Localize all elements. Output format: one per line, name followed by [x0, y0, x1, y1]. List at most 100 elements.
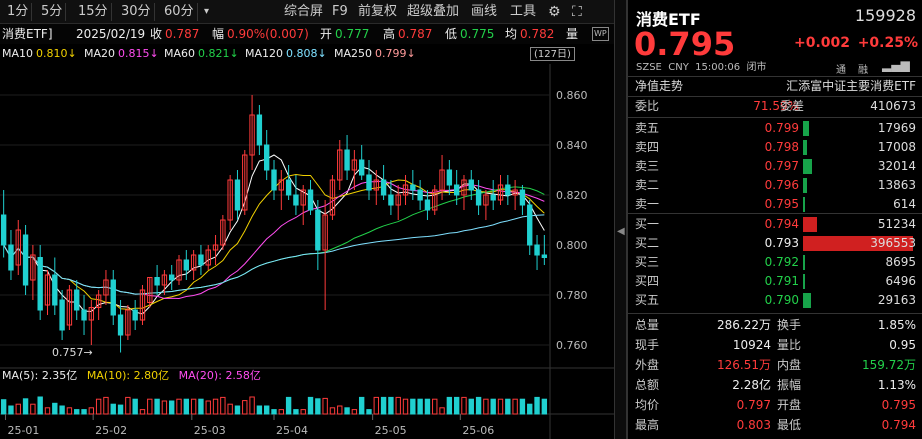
- candle-body: [132, 309, 138, 321]
- draw-line-button[interactable]: 画线: [471, 3, 497, 21]
- volume-bar: [74, 409, 80, 415]
- stat-row: 现手 10924 量比 0.95: [628, 336, 922, 355]
- f9-button[interactable]: F9: [332, 3, 348, 21]
- volume-bar: [395, 396, 401, 415]
- volume-bar: [483, 398, 489, 415]
- stat-row: 最高 0.803 最低 0.794: [628, 416, 922, 435]
- settings-gear-icon[interactable]: ⚙: [548, 3, 561, 21]
- volume-bar: [205, 400, 211, 415]
- candle-body: [154, 277, 160, 286]
- collapse-arrow-icon[interactable]: ◀: [617, 226, 625, 237]
- volume-bar: [37, 396, 43, 415]
- candle-body: [315, 209, 321, 251]
- ask-level-label: 卖四: [635, 140, 660, 154]
- candle-body: [0, 214, 7, 246]
- ma60-line: [3, 214, 545, 295]
- ma120-label: MA120: [245, 47, 284, 60]
- bid-row[interactable]: 买五 0.790 29163: [628, 291, 922, 310]
- candle-body: [380, 179, 387, 196]
- bid-level-label: 买三: [635, 255, 660, 269]
- volume-bar: [527, 403, 533, 415]
- high-value: 0.787: [398, 27, 433, 41]
- volume-bar: [337, 405, 343, 415]
- stat-value: 10924: [732, 338, 771, 352]
- ask-volume-bar: [803, 159, 812, 174]
- volume-bar: [402, 398, 409, 415]
- more-periods-dropdown-icon[interactable]: ▾: [204, 3, 209, 21]
- ask-level-label: 卖二: [635, 178, 660, 192]
- order-ratio-row: 委比 71.59% 委差 410673: [628, 97, 922, 116]
- candle-body: [293, 194, 299, 206]
- volume-bar: [322, 397, 328, 415]
- candle-body: [74, 289, 80, 311]
- volume-bar: [344, 407, 350, 415]
- bid-volume-bar: [803, 217, 818, 232]
- close-value: 0.787: [165, 27, 200, 41]
- ma20-label: MA20: [84, 47, 116, 60]
- candle-body: [256, 114, 263, 146]
- composite-screen-button[interactable]: 综合屏: [284, 3, 323, 21]
- candle-body: [505, 184, 511, 196]
- trend-days-button[interactable]: (127日): [530, 47, 575, 61]
- stat-label: 内盘: [777, 358, 802, 372]
- y-tick-label: 0.780: [556, 289, 588, 302]
- y-tick-label: 0.860: [556, 89, 588, 102]
- bid-row[interactable]: 买一 0.794 51234: [628, 215, 922, 234]
- wp-badge[interactable]: WP: [592, 27, 609, 41]
- volume-bar: [271, 409, 277, 415]
- low-label: 低: [445, 27, 458, 41]
- bid-row[interactable]: 买四 0.791 6496: [628, 272, 922, 291]
- bid-row[interactable]: 买二 0.793 396553: [628, 234, 922, 253]
- candle-body: [52, 274, 58, 306]
- bid-volume-bar: [803, 274, 805, 289]
- ask-volume: 13863: [877, 178, 916, 192]
- ma250-value: 0.799↓: [375, 47, 416, 60]
- candle-body: [234, 179, 241, 211]
- candle-body: [410, 184, 416, 191]
- candle-body: [8, 244, 14, 271]
- candle-body: [358, 159, 365, 176]
- volume-bar: [410, 398, 416, 415]
- y-tick-label: 0.800: [556, 239, 588, 252]
- stat-value: 0.803: [736, 418, 771, 432]
- tools-button[interactable]: 工具: [510, 3, 536, 21]
- period-15min-tab[interactable]: 15分: [75, 3, 112, 21]
- volume-bar: [249, 396, 255, 415]
- volume-bar: [154, 398, 160, 415]
- forward-adjust-button[interactable]: 前复权: [358, 3, 397, 21]
- bid-price: 0.792: [764, 255, 799, 269]
- stat-row: 总量 286.22万 换手 1.85%: [628, 316, 922, 335]
- ma10-label: MA10: [2, 47, 34, 60]
- x-tick-label: 25-03: [194, 424, 226, 437]
- bid-row[interactable]: 买三 0.792 8695: [628, 253, 922, 272]
- ask-row[interactable]: 卖四 0.798 17008: [628, 138, 922, 157]
- stat-label: 换手: [777, 318, 802, 332]
- volume-bar: [139, 409, 146, 415]
- super-overlay-button[interactable]: 超级叠加: [407, 3, 459, 21]
- panel-splitter[interactable]: [614, 0, 627, 439]
- nav-trend-link[interactable]: 净值走势: [635, 77, 683, 95]
- bid-price: 0.793: [764, 236, 799, 250]
- period-1min-tab[interactable]: 1分: [4, 3, 33, 21]
- ask-price: 0.796: [764, 178, 799, 192]
- ask-volume: 32014: [877, 159, 916, 173]
- volume-label: 量: [566, 27, 579, 41]
- candle-body: [475, 189, 482, 206]
- ask-row[interactable]: 卖一 0.795 614: [628, 195, 922, 214]
- stat-value: 1.85%: [877, 318, 916, 332]
- ask-row[interactable]: 卖三 0.797 32014: [628, 157, 922, 176]
- period-5min-tab[interactable]: 5分: [38, 3, 67, 21]
- volume-bar: [169, 400, 175, 415]
- ask-row[interactable]: 卖五 0.799 17969: [628, 119, 922, 138]
- volume-bar: [461, 396, 467, 415]
- period-60min-tab[interactable]: 60分: [161, 3, 198, 21]
- fullscreen-icon[interactable]: ⛶: [572, 3, 582, 21]
- bid-price: 0.791: [764, 274, 799, 288]
- ma10-value: 0.810↓: [36, 47, 77, 60]
- period-30min-tab[interactable]: 30分: [118, 3, 155, 21]
- kline-chart[interactable]: 0.860 0.840 0.820 0.800 0.780 0.760 25-01 25-0…: [0, 64, 614, 439]
- candle-date: 2025/02/19: [76, 27, 146, 41]
- stat-row: 均价 0.797 开盘 0.795: [628, 396, 922, 415]
- volume-bar: [351, 409, 358, 415]
- ask-row[interactable]: 卖二 0.796 13863: [628, 176, 922, 195]
